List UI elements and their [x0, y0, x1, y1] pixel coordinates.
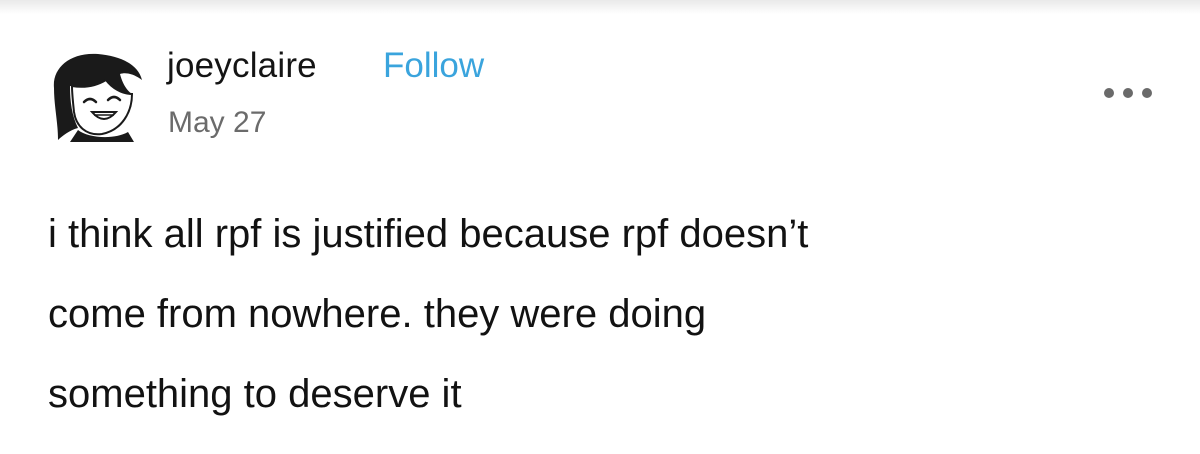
cartoon-face-avatar-icon [53, 53, 142, 142]
post-body: i think all rpf is justified because rpf… [48, 214, 1168, 454]
post-body-line: come from nowhere. they were doing [48, 292, 707, 336]
dot-icon [1104, 88, 1114, 98]
avatar[interactable] [48, 50, 148, 142]
top-divider [0, 0, 1200, 14]
post-date: May 27 [168, 106, 267, 139]
follow-button[interactable]: Follow [383, 44, 484, 88]
more-options-icon[interactable] [1096, 80, 1160, 106]
post-author-username[interactable]: joeyclaire [167, 44, 317, 88]
post-body-line: something to deserve it [48, 372, 462, 416]
dot-icon [1142, 88, 1152, 98]
dot-icon [1123, 88, 1133, 98]
post-body-line: i think all rpf is justified because rpf… [48, 212, 809, 256]
post-card: joeyclaire Follow May 27 i think all rpf… [0, 0, 1200, 448]
